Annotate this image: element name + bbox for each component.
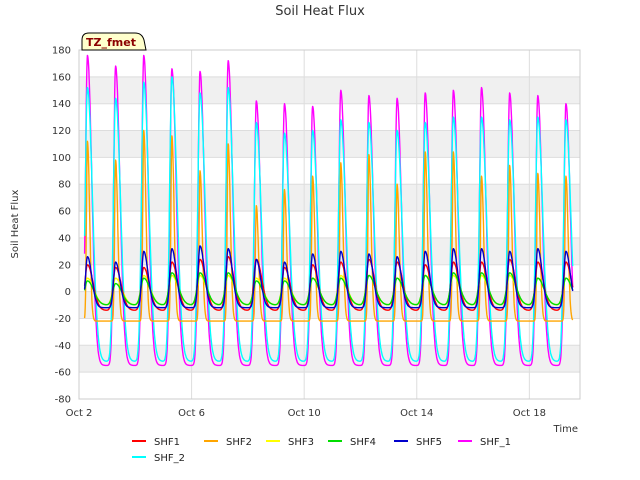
x-tick-label: Oct 18 — [513, 408, 546, 419]
legend-label-shf1: SHF1 — [154, 437, 180, 448]
legend-label-shf3: SHF3 — [288, 437, 314, 448]
y-tick-label: -80 — [55, 395, 71, 406]
y-tick-label: 180 — [52, 46, 71, 57]
y-tick-label: 120 — [52, 126, 71, 137]
y-tick-label: -40 — [55, 341, 71, 352]
background-band — [79, 130, 580, 158]
y-axis-label: Soil Heat Flux — [10, 189, 21, 258]
x-axis-label: Time — [553, 424, 578, 435]
background-band — [79, 237, 580, 265]
tz-fmet-tag: TZ_fmet — [81, 32, 147, 51]
x-axis-ticks: Oct 2 Oct 6 Oct 10 Oct 14 Oct 18 — [66, 408, 546, 419]
y-tick-label: 0 — [65, 287, 71, 298]
tz-fmet-tag-label: TZ_fmet — [86, 36, 136, 49]
legend-label-shf-1: SHF_1 — [480, 437, 511, 448]
y-tick-label: 60 — [58, 207, 71, 218]
legend-label-shf4: SHF4 — [350, 437, 376, 448]
y-tick-label: 40 — [58, 233, 71, 244]
x-tick-label: Oct 6 — [178, 408, 205, 419]
legend-label-shf-2: SHF_2 — [154, 453, 185, 464]
y-axis-ticks: -80 -60 -40 -20 0 20 40 60 80 100 120 140 160 180 — [52, 46, 71, 406]
x-tick-label: Oct 14 — [400, 408, 433, 419]
y-tick-label: 80 — [58, 180, 71, 191]
y-tick-label: 20 — [58, 260, 71, 271]
y-tick-label: 100 — [52, 153, 71, 164]
soil-heat-flux-chart: -80 -60 -40 -20 0 20 40 60 80 100 120 140 160 180 Oct… — [10, 4, 581, 464]
y-tick-label: 140 — [52, 99, 71, 110]
background-band — [79, 184, 580, 212]
chart-title: Soil Heat Flux — [275, 4, 365, 19]
y-tick-label: 160 — [52, 72, 71, 83]
legend: SHF1 SHF2 SHF3 SHF4 SHF5 SHF_1 SHF_2 — [132, 437, 511, 464]
x-tick-label: Oct 2 — [66, 408, 93, 419]
y-tick-label: -20 — [55, 314, 71, 325]
legend-label-shf2: SHF2 — [226, 437, 252, 448]
y-tick-label: -60 — [55, 368, 71, 379]
x-tick-label: Oct 10 — [288, 408, 321, 419]
legend-label-shf5: SHF5 — [416, 437, 442, 448]
background-band — [79, 76, 580, 104]
